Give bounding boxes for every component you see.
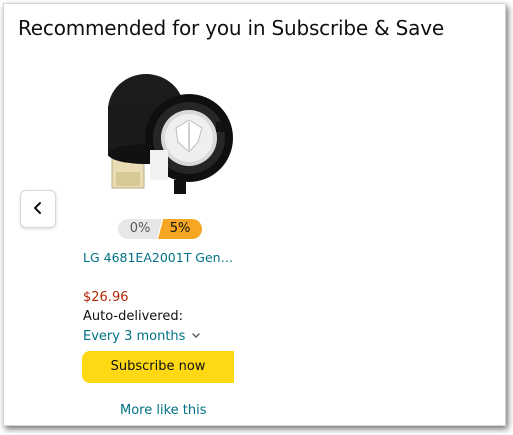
chevron-left-icon bbox=[32, 200, 44, 219]
frequency-value: Every 3 months bbox=[83, 329, 186, 344]
discount-badge-base: 0% bbox=[118, 219, 162, 239]
widget-title: Recommended for you in Subscribe & Save bbox=[18, 16, 444, 40]
chevron-down-icon bbox=[191, 329, 201, 344]
product-image[interactable] bbox=[94, 62, 234, 202]
more-like-this-link[interactable]: More like this bbox=[120, 403, 207, 418]
subscribe-now-button[interactable]: Subscribe now bbox=[82, 351, 234, 383]
carousel-prev-button[interactable] bbox=[20, 190, 56, 228]
product-price: $26.96 bbox=[83, 290, 129, 305]
product-title-link[interactable]: LG 4681EA2001T Gen… bbox=[83, 250, 243, 265]
discount-badges: 0% 5% bbox=[118, 219, 202, 241]
auto-delivered-label: Auto-delivered: bbox=[83, 309, 183, 324]
delivery-frequency-dropdown[interactable]: Every 3 months bbox=[83, 329, 201, 344]
discount-badge-subscribe: 5% bbox=[158, 219, 202, 239]
recommendation-widget: Recommended for you in Subscribe & Save bbox=[3, 3, 506, 426]
